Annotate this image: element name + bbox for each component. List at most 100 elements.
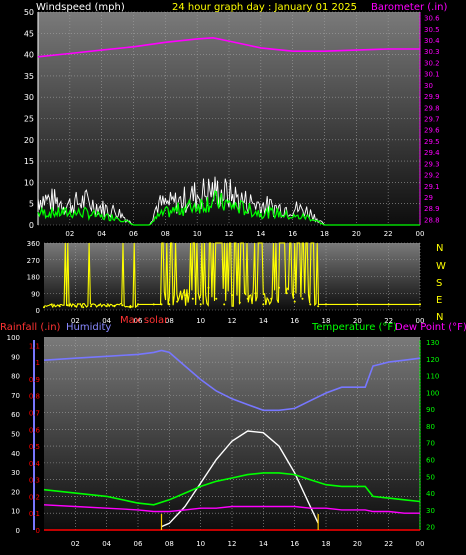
barometer-tick-label: 30.2: [424, 59, 440, 67]
barometer-tick-label: 29.7: [424, 116, 440, 124]
rain-tick-label: 0.6: [29, 426, 41, 434]
wind-direction-point: [231, 294, 233, 297]
x-tick-label: 18: [320, 230, 329, 238]
wind-direction-point: [191, 297, 194, 300]
wind-direction-point: [82, 306, 85, 309]
wind-tick-label: 25: [24, 115, 34, 124]
rain-tick-label: 0.9: [29, 376, 40, 384]
dewpoint-label: Dew Point (°F): [395, 322, 466, 333]
x-tick-label: 12: [225, 230, 234, 238]
rain-tick-label: 0.4: [29, 460, 41, 468]
wind-direction-point: [301, 297, 304, 300]
rain-tick-label: 0.7: [29, 410, 40, 418]
x-tick-label: 10: [196, 317, 205, 325]
x-tick-label: 20: [352, 230, 361, 238]
wind-direction-point: [121, 304, 124, 307]
wind-direction-point: [278, 286, 280, 289]
x-tick-label: 14: [259, 317, 268, 325]
humidity-tick-label: 30: [11, 469, 20, 477]
x-tick-label: 22: [384, 540, 393, 548]
x-tick-label: 04: [97, 230, 106, 238]
x-tick-label: 16: [288, 230, 297, 238]
wind-direction-point: [207, 286, 210, 289]
wind-tick-label: 45: [24, 29, 34, 38]
x-tick-label: 20: [353, 540, 362, 548]
humidity-tick-label: 80: [11, 373, 20, 381]
barometer-tick-label: 30.4: [424, 37, 440, 45]
wind-direction-point: [152, 303, 155, 306]
x-tick-label: 08: [161, 230, 170, 238]
temperature-tick-label: 90: [426, 406, 435, 414]
temperature-tick-label: 40: [426, 490, 435, 498]
x-tick-label: 16: [290, 317, 299, 325]
wind-tick-label: 50: [24, 8, 34, 17]
wind-tick-label: 35: [24, 72, 34, 81]
wind-direction-point: [387, 303, 390, 306]
wind-direction-point: [419, 303, 421, 306]
humidity-tick-label: 50: [11, 431, 20, 439]
wind-direction-point: [325, 303, 327, 306]
rain-tick-label: 1: [36, 359, 40, 367]
x-tick-label: 06: [129, 230, 138, 238]
x-tick-label: 08: [165, 540, 174, 548]
x-tick-label: 12: [228, 540, 237, 548]
x-tick-label: 18: [322, 540, 331, 548]
wind-direction-point: [43, 306, 45, 309]
barometer-tick-label: 29.3: [424, 160, 440, 168]
wind-direction-point: [105, 305, 108, 308]
barometer-tick-label: 30.5: [424, 26, 440, 34]
temperature-tick-label: 120: [426, 356, 439, 364]
temperature-tick-label: 110: [426, 373, 439, 381]
x-tick-label: 04: [102, 540, 111, 548]
temperature-tick-label: 50: [426, 473, 435, 481]
temperature-tick-label: 20: [426, 524, 435, 532]
graph-title: 24 hour graph day : January 01 2025: [172, 2, 357, 13]
rainfall-label: Rainfall (.in): [0, 322, 61, 333]
temperature-tick-label: 60: [426, 457, 435, 465]
wind-direction-point: [317, 305, 320, 308]
humidity-tick-label: 100: [7, 334, 20, 342]
rain-tick-label: 0.3: [29, 477, 40, 485]
rain-tick-label: 0: [36, 527, 40, 535]
direction-label-n-top: N: [436, 243, 443, 254]
temperature-tick-label: 130: [426, 339, 439, 347]
barometer-tick-label: 29.4: [424, 149, 440, 157]
wind-direction-point: [184, 294, 186, 297]
direction-tick-label: 360: [27, 240, 40, 248]
wind-tick-label: 40: [24, 51, 34, 60]
x-tick-label: 06: [134, 540, 143, 548]
wind-direction-point: [74, 305, 77, 308]
humidity-tick-label: 0: [16, 527, 20, 535]
barometer-tick-label: 30: [424, 82, 433, 90]
barometer-tick-label: 29: [424, 194, 433, 202]
wind-direction-point: [113, 305, 116, 308]
wind-direction-point: [262, 303, 265, 306]
wind-direction-point: [356, 303, 359, 306]
x-tick-label: 00: [416, 540, 425, 548]
barometer-tick-label: 30.3: [424, 48, 440, 56]
direction-label-w: W: [436, 261, 446, 272]
direction-tick-label: 90: [31, 290, 40, 298]
x-tick-label: 16: [290, 540, 299, 548]
wind-direction-point: [254, 292, 257, 295]
wind-direction-point: [137, 303, 139, 306]
wind-direction-point: [215, 297, 218, 300]
direction-tick-label: 180: [27, 274, 40, 282]
direction-tick-label: 0: [36, 307, 40, 315]
wind-direction-point: [270, 297, 273, 300]
wind-direction-point: [238, 301, 241, 304]
wind-direction-point: [97, 304, 100, 307]
wind-direction-point: [176, 300, 179, 303]
direction-tick-label: 270: [27, 257, 40, 265]
wind-direction-point: [199, 303, 202, 306]
x-tick-label: 14: [256, 230, 265, 238]
wind-direction-point: [293, 300, 296, 303]
weather-chart-svg: Windspeed (mph) 24 hour graph day : Janu…: [0, 2, 466, 548]
x-tick-label: 12: [228, 317, 237, 325]
windspeed-label: Windspeed (mph): [36, 2, 125, 13]
wind-direction-point: [285, 292, 288, 295]
wind-tick-label: 10: [24, 178, 34, 187]
humidity-tick-label: 40: [11, 450, 20, 458]
direction-label-s: S: [436, 278, 442, 289]
barometer-tick-label: 29.5: [424, 138, 440, 146]
